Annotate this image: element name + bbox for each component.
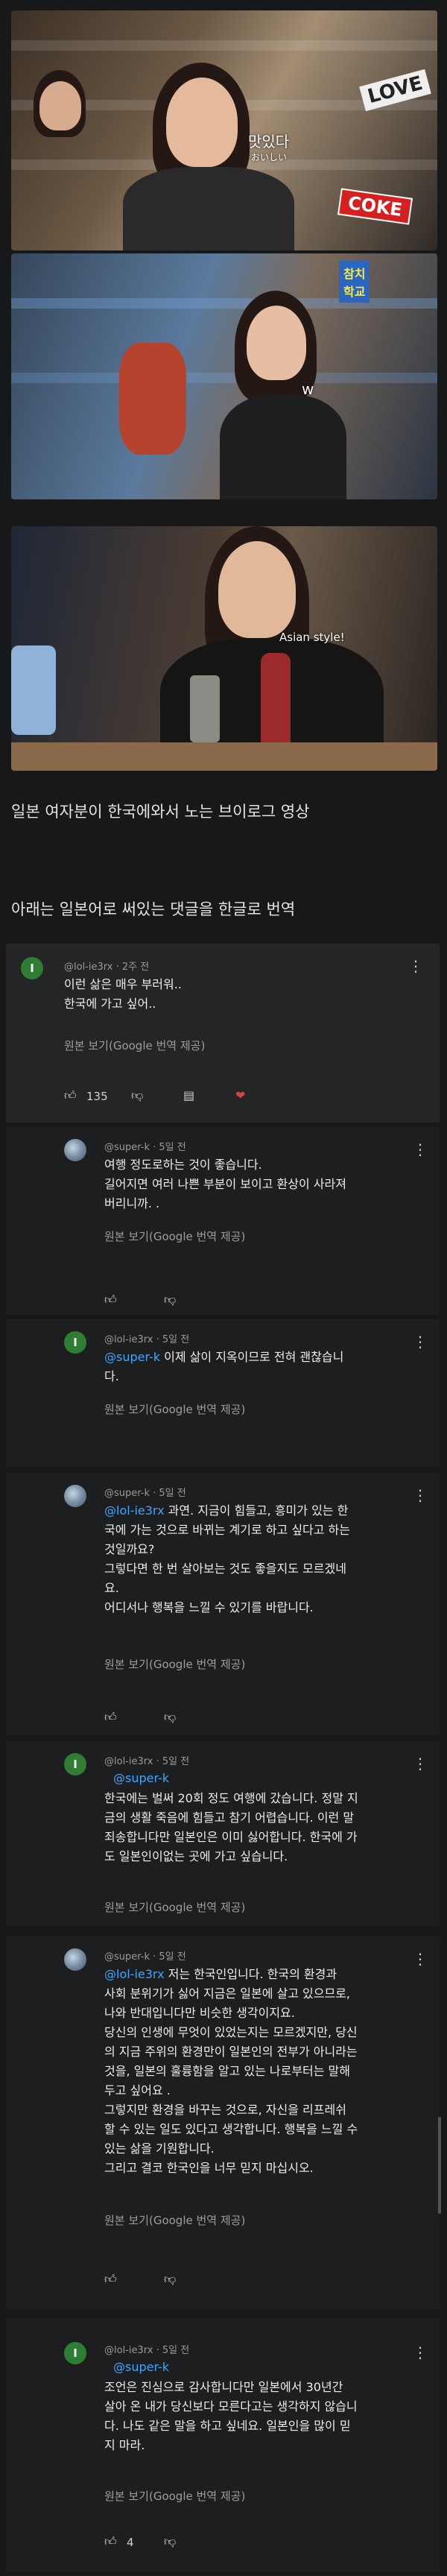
more-options-icon[interactable]: ⋮ xyxy=(413,1951,428,1966)
creator-heart-icon: ❤ xyxy=(235,1088,246,1102)
comment-time: 5일 전 xyxy=(162,2345,190,2356)
comment-author[interactable]: @super-k xyxy=(104,1488,150,1499)
comment-time: 5일 전 xyxy=(159,1951,186,1963)
dislike-icon[interactable]: 👎︎ xyxy=(164,1292,176,1307)
photo-caption-sub: おいしい xyxy=(251,152,288,162)
comment-meta: @super-k · 5일 전 xyxy=(104,1142,186,1153)
more-options-icon[interactable]: ⋮ xyxy=(413,1142,428,1157)
like-icon[interactable]: 👍︎ xyxy=(104,1292,117,1307)
coke-sticker: COKE xyxy=(337,188,413,225)
reply-super-k-2: @super-k · 5일 전 ⋮ @lol-ie3rx 과연. 지금이 힘들고… xyxy=(6,1473,440,1735)
comment-author[interactable]: @lol-ie3rx xyxy=(104,1756,153,1767)
see-original-link[interactable]: 원본 보기(Google 번역 제공) xyxy=(104,1899,245,1915)
vlog-photo-1: 맛있다 おいしい LOVE COKE xyxy=(11,10,437,250)
comment-author[interactable]: @lol-ie3rx xyxy=(104,2345,153,2356)
comment-author[interactable]: @super-k xyxy=(104,1951,150,1963)
see-original-link[interactable]: 원본 보기(Google 번역 제공) xyxy=(104,1401,245,1417)
store-sign: 참치 학교 xyxy=(339,261,370,303)
like-icon[interactable]: 👍︎ xyxy=(104,1710,117,1725)
comment-author[interactable]: @lol-ie3rx xyxy=(104,1334,153,1345)
photo-caption: w xyxy=(302,380,314,398)
dislike-icon[interactable]: 👎︎ xyxy=(164,2534,176,2549)
reply-icon[interactable]: ▤ xyxy=(183,1088,194,1102)
comment-author[interactable]: @super-k xyxy=(104,1142,150,1153)
reply-lol-ie3rx-3: I @lol-ie3rx · 5일 전 ⋮ @super-k 조언은 진심으로 … xyxy=(6,2318,440,2572)
mention-link[interactable]: @super-k xyxy=(113,1771,169,1785)
reply-lol-ie3rx-2: I @lol-ie3rx · 5일 전 ⋮ @super-k 한국에는 벌써 2… xyxy=(6,1741,440,1926)
comment-meta: @lol-ie3rx · 5일 전 xyxy=(104,2345,190,2356)
avatar[interactable]: I xyxy=(21,957,43,979)
like-icon[interactable]: 👍︎ xyxy=(64,1088,77,1103)
comment-time: 5일 전 xyxy=(159,1488,186,1499)
more-options-icon[interactable]: ⋮ xyxy=(413,1756,428,1771)
comment-meta: @super-k · 5일 전 xyxy=(104,1488,186,1499)
vlog-photo-2: 참치 학교 w xyxy=(11,253,437,499)
like-icon[interactable]: 👍︎ xyxy=(104,2534,117,2549)
more-options-icon[interactable]: ⋮ xyxy=(413,1334,428,1349)
avatar[interactable]: I xyxy=(64,1753,86,1775)
mention-link[interactable]: @lol-ie3rx xyxy=(104,1503,165,1518)
comment-time: 2주 전 xyxy=(121,962,150,973)
more-options-icon[interactable]: ⋮ xyxy=(413,2345,428,2360)
comment-text: 여행 정도로하는 것이 좋습니다. 길어지면 여러 나쁜 부분이 보이고 환상이… xyxy=(104,1158,346,1210)
comment-meta: @lol-ie3rx · 2주 전 xyxy=(64,962,150,973)
comment-text: @lol-ie3rx 과연. 지금이 힘들고, 흥미가 있는 한 국에 가는 것… xyxy=(104,1503,351,1614)
reply-lol-ie3rx-1: I @lol-ie3rx · 5일 전 ⋮ @super-k 이제 삶이 지옥이… xyxy=(6,1319,440,1467)
comment-text: 이런 삶은 매우 부러워.. 한국에 가고 싶어.. xyxy=(64,977,182,1011)
comment-time: 5일 전 xyxy=(159,1142,186,1153)
see-original-link[interactable]: 원본 보기(Google 번역 제공) xyxy=(104,2212,245,2228)
see-original-link[interactable]: 원본 보기(Google 번역 제공) xyxy=(64,1038,205,1053)
comment-time: 5일 전 xyxy=(162,1756,190,1767)
like-count: 4 xyxy=(127,2536,134,2549)
vlog-photo-3: Asian style! xyxy=(11,526,437,771)
reply-super-k-1: @super-k · 5일 전 ⋮ 여행 정도로하는 것이 좋습니다. 길어지면… xyxy=(6,1127,440,1315)
post-subheadline: 아래는 일본어로 써있는 댓글을 한글로 번역 xyxy=(11,900,296,918)
photo-caption: 맛있다 xyxy=(248,133,290,151)
comment-author[interactable]: @lol-ie3rx xyxy=(64,962,112,973)
like-icon[interactable]: 👍︎ xyxy=(104,2272,117,2287)
avatar[interactable] xyxy=(64,1139,86,1161)
see-original-link[interactable]: 원본 보기(Google 번역 제공) xyxy=(104,1228,245,1244)
see-original-link[interactable]: 원본 보기(Google 번역 제공) xyxy=(104,2488,245,2504)
comment-text: @lol-ie3rx 저는 한국인입니다. 한국의 환경과 사회 분위기가 싫어… xyxy=(104,1967,358,2175)
comment-meta: @lol-ie3rx · 5일 전 xyxy=(104,1334,190,1345)
mention-link[interactable]: @super-k xyxy=(104,1350,160,1364)
see-original-link[interactable]: 원본 보기(Google 번역 제공) xyxy=(104,1656,245,1672)
photo-caption: Asian style! xyxy=(279,631,345,644)
comment-actions: 👍︎ 135 👎︎ ▤ ❤ xyxy=(64,1088,362,1106)
comment-meta: @super-k · 5일 전 xyxy=(104,1951,186,1963)
mention-link[interactable]: @lol-ie3rx xyxy=(104,1967,165,1981)
comment-thread: I @lol-ie3rx · 2주 전 ⋮ 이런 삶은 매우 부러워.. 한국에… xyxy=(6,944,440,1123)
post-headline: 일본 여자분이 한국에와서 노는 브이로그 영상 xyxy=(11,803,310,821)
mention-link[interactable]: @super-k xyxy=(113,2360,169,2374)
comment-time: 5일 전 xyxy=(162,1334,190,1345)
comment-text: 조언은 진심으로 감사합니다만 일본에서 30년간 살아 온 내가 당신보다 모… xyxy=(104,2380,358,2452)
more-options-icon[interactable]: ⋮ xyxy=(413,1488,428,1503)
dislike-icon[interactable]: 👎︎ xyxy=(164,2272,176,2287)
scrollbar[interactable] xyxy=(438,2117,441,2214)
avatar[interactable] xyxy=(64,1485,86,1507)
comment-text: 한국에는 벌써 20회 정도 여행에 갔습니다. 정말 지 금의 생활 죽음에 … xyxy=(104,1791,358,1863)
avatar[interactable]: I xyxy=(64,1331,86,1354)
dislike-icon[interactable]: 👎︎ xyxy=(131,1088,143,1103)
comment-meta: @lol-ie3rx · 5일 전 xyxy=(104,1756,190,1767)
like-count: 135 xyxy=(86,1090,108,1103)
avatar[interactable]: I xyxy=(64,2342,86,2364)
reply-super-k-3: @super-k · 5일 전 ⋮ @lol-ie3rx 저는 한국인입니다. … xyxy=(6,1936,440,2309)
comment-text: @super-k 이제 삶이 지옥이므로 전혀 괜찮습니 다. xyxy=(104,1350,344,1383)
avatar[interactable] xyxy=(64,1948,86,1971)
more-options-icon[interactable]: ⋮ xyxy=(408,959,423,973)
dislike-icon[interactable]: 👎︎ xyxy=(164,1710,176,1725)
